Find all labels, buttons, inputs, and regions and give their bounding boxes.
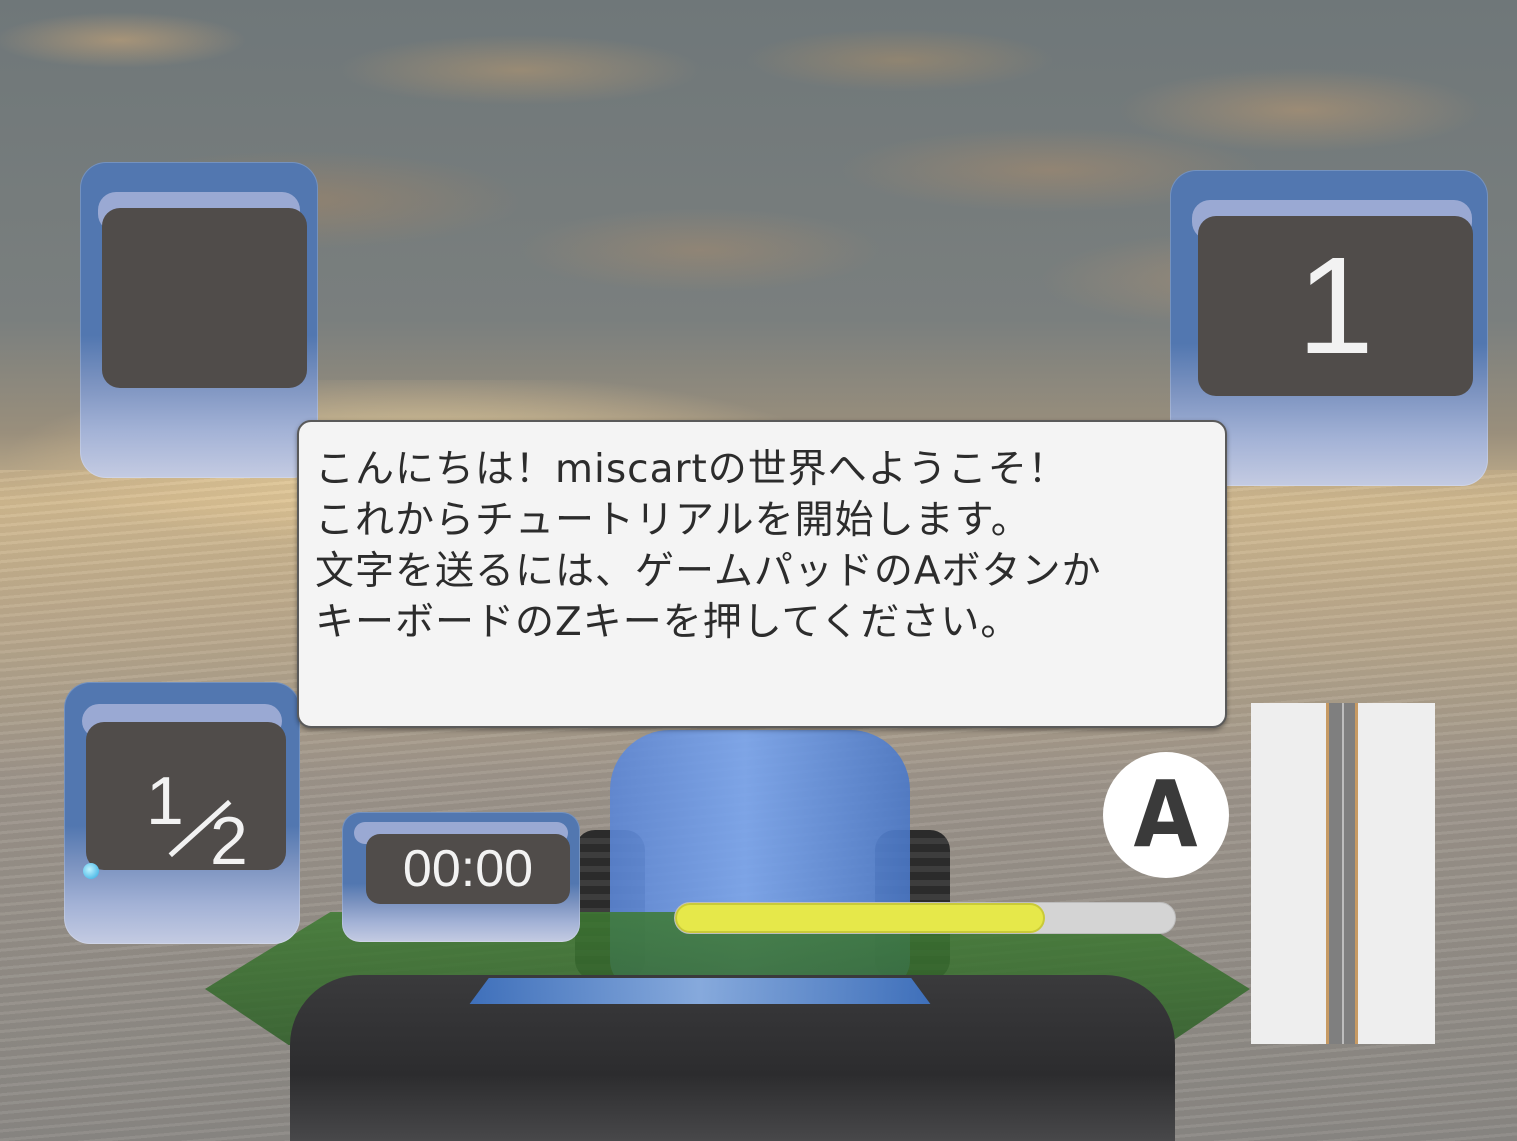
item-slot-panel: [80, 162, 318, 478]
dialog-line: こんにちは！miscartの世界へようこそ！: [315, 447, 1068, 492]
minimap-center-line: [1342, 703, 1344, 1044]
race-timer: 00:00: [366, 834, 570, 904]
dialog-line: キーボードのZキーを押してください。: [315, 600, 1021, 645]
course-minimap: [1251, 703, 1435, 1044]
rank-value: 1: [1198, 216, 1473, 396]
dialog-line: 文字を送るには、ゲームパッドのAボタンか: [315, 549, 1102, 594]
a-button-label: A: [1133, 761, 1199, 868]
dialog-line: これからチュートリアルを開始します。: [315, 498, 1031, 543]
lap-total: 2: [210, 803, 248, 879]
lap-counter-screen: 1 2: [86, 722, 286, 879]
game-scene: 1 1 2 00:00 こんにちは！miscartの世界へようこそ！ これからチ…: [0, 0, 1517, 1141]
minimap-track: [1326, 703, 1358, 1044]
kart-logo: [460, 978, 940, 1004]
player-dot-icon: [83, 863, 99, 879]
boost-gauge: [674, 902, 1176, 934]
a-button-icon[interactable]: A: [1103, 752, 1229, 878]
race-timer-panel: 00:00: [342, 812, 580, 942]
boost-gauge-fill: [675, 903, 1045, 933]
lap-counter-panel: 1 2: [64, 682, 300, 944]
dialog-message: こんにちは！miscartの世界へようこそ！ これからチュートリアルを開始します…: [315, 444, 1211, 648]
item-slot-screen: [102, 208, 307, 388]
tutorial-dialog[interactable]: こんにちは！miscartの世界へようこそ！ これからチュートリアルを開始します…: [297, 420, 1227, 728]
lap-current: 1: [146, 763, 184, 839]
